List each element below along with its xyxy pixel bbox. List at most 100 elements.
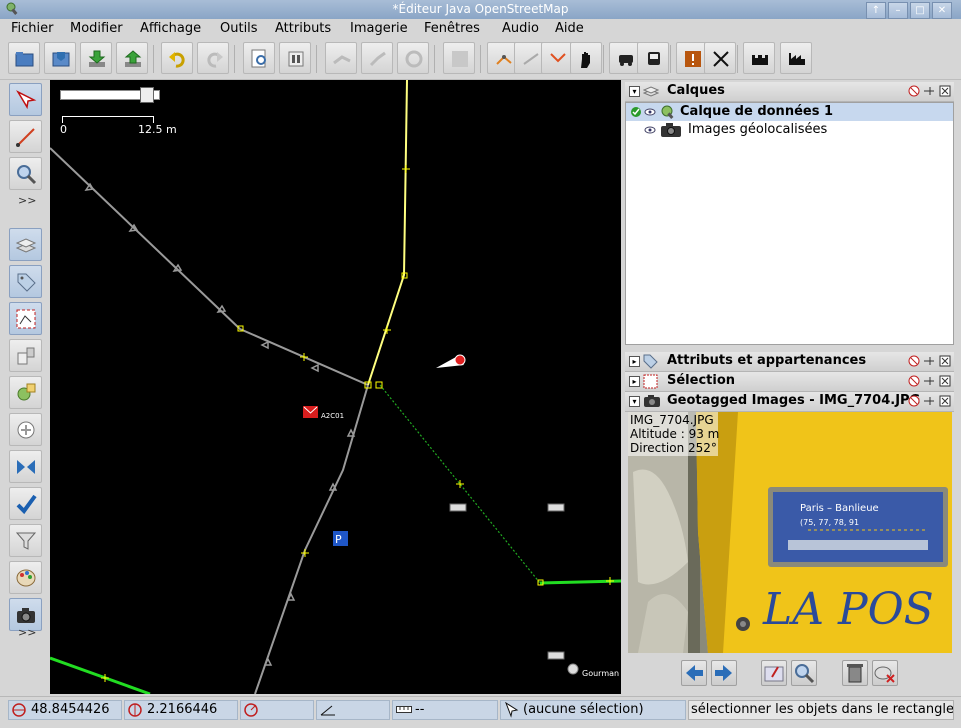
settings-icon — [288, 51, 304, 67]
delete-image-button[interactable] — [842, 660, 868, 686]
reverse-way-button[interactable] — [397, 42, 429, 74]
longitude-value: 2.2166446 — [147, 702, 218, 717]
toggle-map-paint-button[interactable] — [9, 561, 42, 594]
redo-button[interactable] — [197, 42, 229, 74]
save-button[interactable] — [44, 42, 76, 74]
bus-preset-button[interactable] — [637, 42, 669, 74]
geoimg-panel-header: ▾ Geotagged Images - IMG_7704.JPG — [625, 392, 954, 412]
photo-sign-line1: Paris – Banlieue — [800, 503, 879, 514]
shop-icon[interactable] — [567, 663, 579, 675]
map-view[interactable]: P 0 12.5 m A2C01 Gourman — [50, 80, 621, 694]
heading-field — [240, 700, 314, 720]
next-image-button[interactable] — [711, 660, 737, 686]
combine-way-button[interactable] — [361, 42, 393, 74]
heading-icon — [244, 703, 258, 717]
visibility-eye-icon[interactable] — [644, 107, 656, 117]
toggle-commands-button[interactable] — [9, 376, 42, 409]
center-view-button[interactable] — [761, 660, 787, 686]
menu-aide[interactable]: Aide — [555, 21, 584, 36]
camera-icon — [17, 608, 35, 623]
upload-button[interactable] — [116, 42, 148, 74]
panel-window-buttons[interactable] — [908, 85, 952, 98]
expand-toggle[interactable]: ▸ — [629, 376, 640, 387]
menu-imagerie[interactable]: Imagerie — [350, 21, 408, 36]
menu-fenetres[interactable]: Fenêtres — [424, 21, 480, 36]
toggle-filter-merge-button[interactable] — [9, 450, 42, 483]
menu-modifier[interactable]: Modifier — [70, 21, 123, 36]
toolbar-separator — [316, 45, 317, 73]
layer-row-images[interactable]: Images géolocalisées — [626, 121, 953, 139]
more-tools-toggle[interactable]: >> — [18, 194, 36, 207]
window-maximize-button[interactable]: □ — [910, 2, 930, 19]
remove-image-button[interactable] — [872, 660, 898, 686]
toggle-tags-button[interactable] — [9, 265, 42, 298]
industrial-preset-button[interactable] — [780, 42, 812, 74]
menu-outils[interactable]: Outils — [220, 21, 258, 36]
open-file-button[interactable] — [8, 42, 40, 74]
toggle-selection-button[interactable] — [9, 302, 42, 335]
menu-fichier[interactable]: Fichier — [11, 21, 54, 36]
panel-window-buttons[interactable] — [908, 375, 952, 388]
expand-toggle[interactable]: ▸ — [629, 356, 640, 367]
collapse-toggle[interactable]: ▾ — [629, 86, 640, 97]
visibility-eye-icon[interactable] — [644, 125, 656, 135]
panel-window-buttons[interactable] — [908, 395, 952, 408]
geotagged-photo[interactable]: Paris – Banlieue (75, 77, 78, 91 LA POS … — [628, 412, 952, 653]
photo-camera-marker[interactable] — [454, 354, 466, 366]
move-hand-button[interactable] — [570, 42, 602, 74]
preferences-button[interactable] — [279, 42, 311, 74]
zoom-image-button[interactable] — [791, 660, 817, 686]
way-green-southwest[interactable] — [50, 656, 151, 694]
bench-icon-1[interactable] — [449, 503, 467, 512]
selection-panel-header[interactable]: ▸ Sélection — [625, 372, 954, 392]
zoom-slider-thumb[interactable] — [140, 87, 154, 103]
collapse-toggle[interactable]: ▾ — [629, 396, 640, 407]
previous-image-button[interactable] — [681, 660, 707, 686]
bench-icon-2[interactable] — [547, 503, 565, 512]
split-way-button[interactable] — [325, 42, 357, 74]
selection-list-icon — [643, 374, 658, 389]
download-button[interactable] — [80, 42, 112, 74]
toggle-relations-button[interactable] — [9, 339, 42, 372]
toggle-filter-button[interactable] — [9, 524, 42, 557]
layer-row-data[interactable]: Calque de données 1 — [626, 103, 953, 121]
layers-panel-title: Calques — [667, 83, 725, 98]
crossing-preset-button[interactable] — [704, 42, 736, 74]
select-mode-button[interactable] — [9, 83, 42, 116]
draw-mode-button[interactable] — [9, 120, 42, 153]
help-text-value: sélectionner les objets dans le rectangl… — [691, 702, 954, 717]
geoimg-panel-title: Geotagged Images - IMG_7704.JPG — [667, 393, 921, 408]
menu-audio[interactable]: Audio — [502, 21, 539, 36]
way-footpath-west[interactable] — [50, 147, 369, 386]
more-toggles-toggle[interactable]: >> — [18, 626, 36, 639]
menu-affichage[interactable]: Affichage — [140, 21, 201, 36]
selection-panel-title: Sélection — [667, 373, 736, 388]
main-toolbar — [0, 39, 961, 80]
panel-window-buttons[interactable] — [908, 355, 952, 368]
longitude-icon — [128, 703, 142, 717]
way-yellow-road[interactable] — [367, 80, 408, 386]
zoom-mode-button[interactable] — [9, 157, 42, 190]
window-minimize-button[interactable]: – — [888, 2, 908, 19]
tags-panel-header[interactable]: ▸ Attributs et appartenances — [625, 352, 954, 372]
hand-icon — [581, 52, 590, 68]
zoom-icon — [17, 165, 37, 185]
factory-icon — [789, 53, 805, 65]
map-canvas[interactable]: P — [50, 80, 621, 694]
castle-preset-button[interactable] — [743, 42, 775, 74]
toggle-layers-button[interactable] — [9, 228, 42, 261]
toggle-validator-button[interactable] — [9, 487, 42, 520]
undo-button[interactable] — [161, 42, 193, 74]
toggle-conflict-button[interactable] — [9, 413, 42, 446]
data-layer-icon — [661, 105, 674, 119]
window-close-button[interactable]: ✕ — [932, 2, 952, 19]
selection-info-value: (aucune sélection) — [523, 702, 644, 717]
orthogonalize-button[interactable] — [541, 42, 573, 74]
preferences-zoom-button[interactable] — [243, 42, 275, 74]
bench-icon-3[interactable] — [547, 651, 565, 660]
disabled-tool-button[interactable] — [443, 42, 475, 74]
photo-sign-line2: (75, 77, 78, 91 — [800, 518, 859, 527]
node-junction-2[interactable] — [375, 381, 383, 389]
window-raise-button[interactable]: ↑ — [866, 2, 886, 19]
menu-attributs[interactable]: Attributs — [275, 21, 331, 36]
